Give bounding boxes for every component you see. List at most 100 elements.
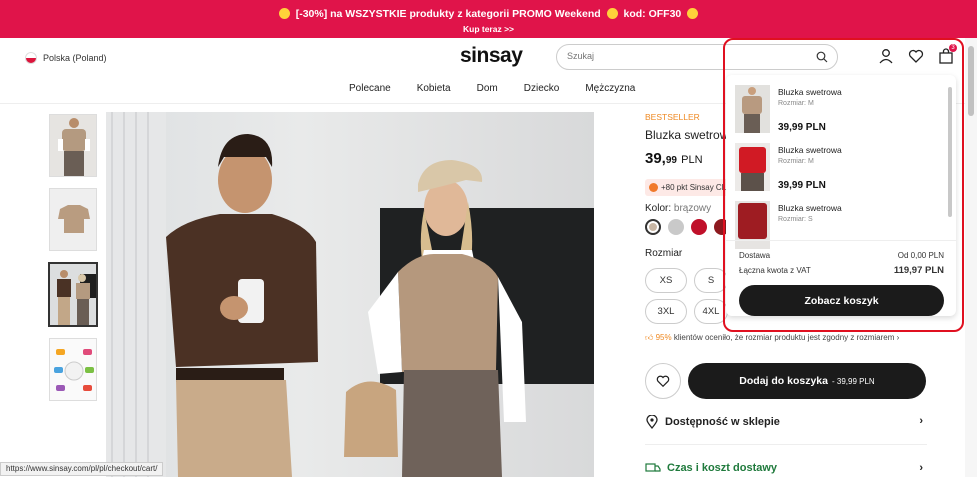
poland-flag-icon: [25, 52, 37, 64]
search-box[interactable]: [556, 44, 838, 70]
cart-item[interactable]: Bluzka swetrowa Rozmiar: S: [735, 201, 935, 251]
color-swatch-grey[interactable]: [668, 219, 684, 235]
store-availability-label: Dostępność w sklepie: [665, 416, 780, 428]
promo-line[interactable]: [-30%] na WSZYSTKIE produkty z kategorii…: [0, 0, 977, 20]
cart-item-name: Bluzka swetrowa: [778, 87, 842, 97]
fit-text: klientów oceniło, że rozmiar produktu je…: [671, 333, 895, 342]
store-availability-link[interactable]: Dostępność w sklepie ›: [645, 415, 927, 429]
price-currency: PLN: [681, 154, 703, 166]
size-option-4xl[interactable]: 4XL: [694, 299, 728, 324]
delivery-info-link[interactable]: Czas i koszt dostawy ›: [645, 462, 927, 474]
cart-item[interactable]: Bluzka swetrowa Rozmiar: M 39,99 PLN: [735, 143, 935, 193]
page-scrollbar[interactable]: [965, 38, 977, 477]
promo-cta-link[interactable]: Kup teraz >>: [0, 20, 977, 34]
size-fit-info[interactable]: 👍︎ 95% klientów oceniło, że rozmiar prod…: [645, 333, 899, 343]
add-to-wishlist-button[interactable]: [645, 363, 681, 399]
divider: [645, 444, 927, 445]
mini-cart-popup: Bluzka swetrowa Rozmiar: M 39,99 PLN Blu…: [726, 75, 956, 316]
cart-item-image: [735, 201, 770, 249]
size-option-3xl[interactable]: 3XL: [645, 299, 687, 324]
nav-item-kobieta[interactable]: Kobieta: [417, 83, 451, 94]
price-integer: 39,: [645, 150, 666, 167]
bestseller-badge: BESTSELLER: [645, 112, 700, 122]
total-row: Łączna kwota z VAT 119,97 PLN: [739, 265, 944, 276]
color-swatch-brown[interactable]: [645, 219, 661, 235]
club-points-text: +80 pkt Sinsay Club: [661, 183, 733, 192]
cart-item-price: 39,99 PLN: [778, 180, 826, 191]
delivery-value: Od 0,00 PLN: [897, 251, 944, 260]
thumbnail-image: [50, 339, 96, 400]
nav-item-mezczyzna[interactable]: Mężczyzna: [585, 83, 635, 94]
promo-banner[interactable]: [-30%] na WSZYSTKIE produkty z kategorii…: [0, 0, 977, 38]
main-product-image[interactable]: [106, 112, 594, 477]
color-label-text: Kolor:: [645, 203, 672, 214]
divider: [726, 240, 956, 241]
view-cart-button[interactable]: Zobacz koszyk: [739, 285, 944, 316]
total-label: Łączna kwota z VAT: [739, 266, 811, 275]
cart-item-size: Rozmiar: M: [778, 100, 814, 107]
mini-cart-scrollbar[interactable]: [947, 79, 953, 239]
promo-text: [-30%] na WSZYSTKIE produkty z kategorii…: [295, 8, 601, 20]
size-option-xs[interactable]: XS: [645, 268, 687, 293]
fit-percent: 95%: [655, 333, 672, 342]
size-option-s[interactable]: S: [694, 268, 728, 293]
chevron-right-icon: ›: [919, 462, 923, 474]
product-photo: [106, 112, 594, 477]
gallery-thumbnail-4[interactable]: [49, 338, 97, 401]
thumbs-up-icon: 👍︎: [645, 333, 654, 342]
heart-icon: [656, 375, 670, 388]
nav-item-polecane[interactable]: Polecane: [349, 83, 391, 94]
wishlist-heart-icon[interactable]: [908, 48, 924, 64]
cart-item[interactable]: Bluzka swetrowa Rozmiar: M 39,99 PLN: [735, 85, 935, 135]
header-icons: 3: [878, 44, 957, 64]
product-price: 39,99 PLN: [645, 150, 703, 167]
cart-item-price: 39,99 PLN: [778, 122, 826, 133]
cart-item-name: Bluzka swetrowa: [778, 145, 842, 155]
cart-button[interactable]: 3: [938, 44, 957, 64]
product-title: Bluzka swetrowa: [645, 128, 736, 142]
search-input[interactable]: [567, 51, 797, 61]
club-points-icon: [649, 183, 658, 192]
country-selector[interactable]: Polska (Poland): [25, 52, 107, 64]
cart-item-image: [735, 85, 770, 133]
add-to-cart-price: - 39,99 PLN: [832, 376, 875, 386]
color-label: Kolor: brązowy: [645, 203, 711, 214]
gallery-thumbnail-3[interactable]: [48, 262, 98, 327]
add-to-cart-button[interactable]: Dodaj do koszyka - 39,99 PLN: [688, 363, 926, 399]
browser-status-url: https://www.sinsay.com/pl/pl/checkout/ca…: [0, 462, 164, 476]
cart-item-size: Rozmiar: M: [778, 158, 814, 165]
delivery-info-label: Czas i koszt dostawy: [667, 462, 778, 474]
delivery-label: Dostawa: [739, 251, 771, 260]
promo-code: kod: OFF30: [623, 8, 682, 20]
delivery-row: Dostawa Od 0,00 PLN: [739, 251, 944, 260]
price-decimal: 99: [665, 155, 677, 166]
cart-item-size: Rozmiar: S: [778, 216, 813, 223]
heart-emoji-icon: [278, 8, 290, 19]
thumbnail-image: [50, 264, 96, 325]
color-swatch-red[interactable]: [691, 219, 707, 235]
location-pin-icon: [646, 415, 658, 429]
heart-emoji-icon: [687, 8, 699, 19]
country-label: Polska (Poland): [43, 53, 107, 63]
site-logo[interactable]: sinsay: [460, 44, 523, 68]
page-scrollbar-thumb[interactable]: [968, 46, 974, 116]
color-value: brązowy: [673, 203, 712, 214]
total-value: 119,97 PLN: [893, 265, 944, 276]
gallery-thumbnail-2[interactable]: [49, 188, 97, 251]
cart-item-image: [735, 143, 770, 191]
search-icon[interactable]: [816, 51, 828, 63]
sunglasses-emoji-icon: [606, 8, 618, 19]
account-icon[interactable]: [878, 48, 894, 64]
cart-count-badge: 3: [949, 44, 957, 52]
thumbnail-image: [50, 115, 96, 176]
mini-cart-scrollbar-thumb[interactable]: [948, 87, 952, 217]
thumbnail-image: [50, 189, 96, 250]
chevron-right-icon: ›: [896, 333, 900, 342]
cart-item-name: Bluzka swetrowa: [778, 203, 842, 213]
gallery-thumbnail-1[interactable]: [49, 114, 97, 177]
chevron-right-icon: ›: [919, 415, 923, 427]
nav-item-dom[interactable]: Dom: [477, 83, 498, 94]
size-label: Rozmiar: [645, 248, 683, 259]
main-nav: Polecane Kobieta Dom Dziecko Mężczyzna: [349, 83, 635, 94]
nav-item-dziecko[interactable]: Dziecko: [524, 83, 560, 94]
